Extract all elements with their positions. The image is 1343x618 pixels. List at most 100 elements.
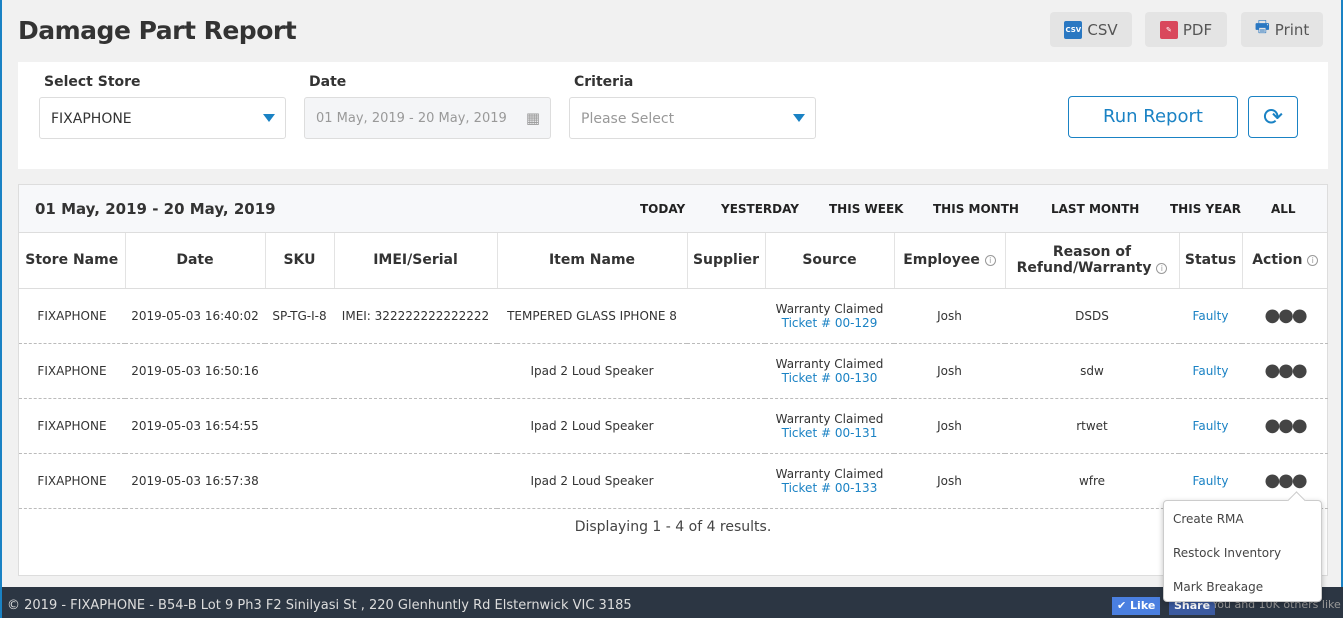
- source-text: Warranty Claimed: [775, 301, 884, 316]
- menu-restock-inventory[interactable]: Restock Inventory: [1164, 538, 1321, 569]
- table-row: FIXAPHONE 2019-05-03 16:50:16 Ipad 2 Loud …: [19, 343, 1328, 399]
- ticket-link[interactable]: Ticket # 00-129: [765, 316, 894, 330]
- menu-mark-breakage[interactable]: Mark Breakage: [1164, 572, 1321, 603]
- cell-date: 2019-05-03 16:50:16: [125, 343, 265, 399]
- cell-supplier: [687, 453, 765, 509]
- date-label: Date: [309, 74, 347, 90]
- cell-sku: [265, 343, 334, 399]
- pdf-label: PDF: [1182, 20, 1213, 39]
- quick-this-year[interactable]: THIS YEAR: [1170, 202, 1241, 216]
- cell-employee: Josh: [894, 288, 1005, 344]
- csv-icon: CSV: [1064, 20, 1083, 39]
- ticket-link[interactable]: Ticket # 00-130: [765, 371, 894, 385]
- col-action: Action i: [1242, 233, 1328, 289]
- store-label: Select Store: [44, 74, 141, 90]
- quick-last-month[interactable]: LAST MONTH: [1051, 202, 1139, 216]
- quick-this-month[interactable]: THIS MONTH: [933, 202, 1019, 216]
- cell-imei: [334, 343, 497, 399]
- cell-store: FIXAPHONE: [19, 398, 125, 454]
- cell-date: 2019-05-03 16:54:55: [125, 398, 265, 454]
- footer: © 2019 - FIXAPHONE - B54-B Lot 9 Ph3 F2 …: [2, 587, 1343, 618]
- criteria-select[interactable]: Please Select: [569, 97, 816, 139]
- pdf-icon: ✎: [1159, 20, 1178, 39]
- calendar-icon: ▦: [525, 109, 540, 127]
- cell-reason: rtwet: [1005, 398, 1179, 454]
- cell-sku: [265, 453, 334, 509]
- col-reason-label: Reason of Refund/Warranty: [1016, 244, 1152, 277]
- col-imei: IMEI/Serial: [334, 233, 498, 289]
- caret-down-icon: [793, 114, 805, 122]
- refresh-button[interactable]: ⟳: [1248, 96, 1298, 138]
- cell-supplier: [687, 343, 765, 399]
- more-actions-icon[interactable]: ●●●: [1264, 360, 1307, 381]
- date-range-input[interactable]: 01 May, 2019 - 20 May, 2019 ▦: [304, 97, 551, 139]
- cell-sku: SP-TG-I-8: [265, 288, 334, 344]
- cell-store: FIXAPHONE: [19, 288, 125, 344]
- cell-source: Warranty Claimed Ticket # 00-129: [765, 288, 894, 344]
- table-row: FIXAPHONE 2019-05-03 16:40:02 SP-TG-I-8 IME…: [19, 288, 1328, 344]
- refresh-icon: ⟳: [1262, 103, 1284, 131]
- col-status: Status: [1179, 233, 1243, 289]
- cell-store: FIXAPHONE: [19, 343, 125, 399]
- cell-action: ●●●: [1242, 343, 1328, 399]
- quick-today[interactable]: TODAY: [640, 202, 685, 216]
- cell-reason: wfre: [1005, 453, 1179, 509]
- report-range: 01 May, 2019 - 20 May, 2019: [35, 200, 276, 218]
- cell-employee: Josh: [894, 453, 1005, 509]
- date-value: 01 May, 2019 - 20 May, 2019: [316, 111, 507, 126]
- filter-panel: Select Store FIXAPHONE Date 01 May, 2019…: [18, 62, 1328, 169]
- menu-create-rma[interactable]: Create RMA: [1164, 504, 1321, 535]
- col-store-name: Store Name: [19, 233, 126, 289]
- cell-action: ●●●: [1242, 288, 1328, 344]
- cell-employee: Josh: [894, 343, 1005, 399]
- more-actions-icon[interactable]: ●●●: [1264, 305, 1307, 326]
- cell-source: Warranty Claimed Ticket # 00-131: [765, 398, 894, 454]
- action-menu: Create RMA Restock Inventory Mark Breaka…: [1163, 500, 1322, 602]
- print-label: Print: [1274, 20, 1310, 39]
- cell-item: Ipad 2 Loud Speaker: [497, 453, 687, 509]
- quick-yesterday[interactable]: YESTERDAY: [721, 202, 799, 216]
- cell-item: Ipad 2 Loud Speaker: [497, 398, 687, 454]
- status-link[interactable]: Faulty: [1179, 343, 1242, 399]
- cell-supplier: [687, 398, 765, 454]
- store-select[interactable]: FIXAPHONE: [39, 97, 286, 139]
- info-icon[interactable]: i: [1307, 254, 1319, 266]
- criteria-placeholder: Please Select: [581, 111, 675, 127]
- cell-date: 2019-05-03 16:40:02: [125, 288, 265, 344]
- col-employee: Employee i: [894, 233, 1006, 289]
- cell-supplier: [687, 288, 765, 344]
- info-icon[interactable]: i: [984, 254, 996, 266]
- cell-source: Warranty Claimed Ticket # 00-133: [765, 453, 894, 509]
- print-button[interactable]: 🖶 Print: [1241, 12, 1323, 47]
- cell-reason: sdw: [1005, 343, 1179, 399]
- csv-label: CSV: [1087, 20, 1118, 39]
- cell-sku: [265, 398, 334, 454]
- cell-action: ●●●: [1242, 398, 1328, 454]
- quick-all[interactable]: ALL: [1271, 202, 1296, 216]
- footer-text: © 2019 - FIXAPHONE - B54-B Lot 9 Ph3 F2 …: [7, 598, 632, 613]
- source-text: Warranty Claimed: [775, 411, 884, 426]
- col-employee-label: Employee: [903, 252, 980, 269]
- cell-imei: [334, 453, 497, 509]
- results-summary: Displaying 1 - 4 of 4 results.: [574, 518, 772, 535]
- more-actions-icon[interactable]: ●●●: [1264, 415, 1307, 436]
- ticket-link[interactable]: Ticket # 00-133: [765, 481, 894, 495]
- cell-imei: [334, 398, 497, 454]
- col-action-label: Action: [1252, 252, 1303, 269]
- pdf-button[interactable]: ✎ PDF: [1145, 12, 1227, 47]
- caret-down-icon: [263, 114, 275, 122]
- criteria-label: Criteria: [574, 74, 634, 90]
- table-row: FIXAPHONE 2019-05-03 16:54:55 Ipad 2 Loud …: [19, 398, 1328, 454]
- ticket-link[interactable]: Ticket # 00-131: [765, 426, 894, 440]
- cell-item: TEMPERED GLASS IPHONE 8: [497, 288, 687, 344]
- status-link[interactable]: Faulty: [1179, 398, 1242, 454]
- like-button[interactable]: ✔ Like: [1112, 597, 1161, 615]
- cell-item: Ipad 2 Loud Speaker: [497, 343, 687, 399]
- col-item-name: Item Name: [497, 233, 688, 289]
- more-actions-icon[interactable]: ●●●: [1264, 470, 1307, 491]
- run-report-button[interactable]: Run Report: [1068, 96, 1238, 138]
- status-link[interactable]: Faulty: [1179, 288, 1242, 344]
- csv-button[interactable]: CSV CSV: [1050, 12, 1132, 47]
- quick-this-week[interactable]: THIS WEEK: [829, 202, 903, 216]
- info-icon[interactable]: i: [1156, 262, 1168, 274]
